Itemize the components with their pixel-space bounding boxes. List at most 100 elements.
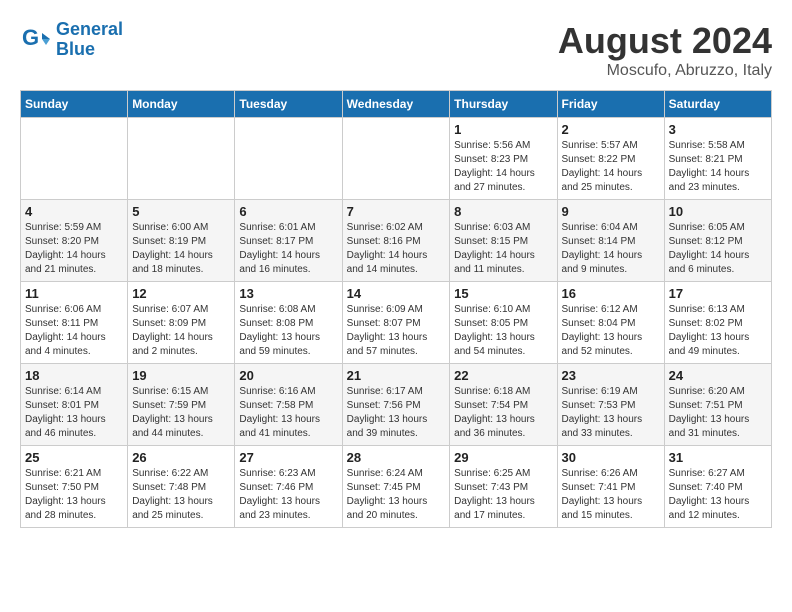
day-info: Sunrise: 6:15 AM Sunset: 7:59 PM Dayligh…: [132, 385, 230, 441]
calendar-week-row: 11 Sunrise: 6:06 AM Sunset: 8:11 PM Dayli…: [21, 282, 772, 364]
weekday-header: Saturday: [664, 91, 771, 118]
calendar-cell: 10 Sunrise: 6:05 AM Sunset: 8:12 PM Dayli…: [664, 200, 771, 282]
day-number: 5: [132, 204, 230, 219]
day-info: Sunrise: 6:17 AM Sunset: 7:56 PM Dayligh…: [347, 385, 446, 441]
weekday-header: Monday: [128, 91, 235, 118]
day-number: 3: [669, 122, 767, 137]
calendar-cell: 1Sunrise: 5:56 AM Sunset: 8:23 PM Daylig…: [450, 118, 557, 200]
calendar-cell: 18 Sunrise: 6:14 AM Sunset: 8:01 PM Dayli…: [21, 364, 128, 446]
weekday-header: Tuesday: [235, 91, 342, 118]
calendar-cell: [128, 118, 235, 200]
calendar-cell: 21 Sunrise: 6:17 AM Sunset: 7:56 PM Dayli…: [342, 364, 450, 446]
day-number: 20: [239, 368, 337, 383]
day-info: Sunrise: 5:59 AM Sunset: 8:20 PM Dayligh…: [25, 221, 123, 277]
day-number: 31: [669, 450, 767, 465]
calendar-cell: 17Sunrise: 6:13 AM Sunset: 8:02 PM Dayli…: [664, 282, 771, 364]
calendar-cell: 9Sunrise: 6:04 AM Sunset: 8:14 PM Daylig…: [557, 200, 664, 282]
day-number: 21: [347, 368, 446, 383]
day-number: 18: [25, 368, 123, 383]
day-number: 23: [562, 368, 660, 383]
day-info: Sunrise: 6:16 AM Sunset: 7:58 PM Dayligh…: [239, 385, 337, 441]
day-info: Sunrise: 6:14 AM Sunset: 8:01 PM Dayligh…: [25, 385, 123, 441]
calendar-week-row: 18 Sunrise: 6:14 AM Sunset: 8:01 PM Dayli…: [21, 364, 772, 446]
calendar-cell: 15Sunrise: 6:10 AM Sunset: 8:05 PM Dayli…: [450, 282, 557, 364]
calendar-table: SundayMondayTuesdayWednesdayThursdayFrid…: [20, 90, 772, 528]
calendar-cell: 8Sunrise: 6:03 AM Sunset: 8:15 PM Daylig…: [450, 200, 557, 282]
day-info: Sunrise: 5:57 AM Sunset: 8:22 PM Dayligh…: [562, 139, 660, 195]
logo-text: General Blue: [56, 20, 123, 60]
day-number: 10: [669, 204, 767, 219]
day-number: 4: [25, 204, 123, 219]
calendar-cell: [21, 118, 128, 200]
day-info: Sunrise: 6:10 AM Sunset: 8:05 PM Dayligh…: [454, 303, 552, 359]
calendar-cell: 4 Sunrise: 5:59 AM Sunset: 8:20 PM Daylig…: [21, 200, 128, 282]
day-number: 28: [347, 450, 446, 465]
calendar-cell: [342, 118, 450, 200]
calendar-cell: 31 Sunrise: 6:27 AM Sunset: 7:40 PM Dayli…: [664, 446, 771, 528]
logo: G General Blue: [20, 20, 123, 60]
day-info: Sunrise: 6:05 AM Sunset: 8:12 PM Dayligh…: [669, 221, 767, 277]
calendar-cell: 2 Sunrise: 5:57 AM Sunset: 8:22 PM Daylig…: [557, 118, 664, 200]
location: Moscufo, Abruzzo, Italy: [558, 62, 772, 80]
calendar-cell: 5 Sunrise: 6:00 AM Sunset: 8:19 PM Daylig…: [128, 200, 235, 282]
svg-text:G: G: [22, 25, 39, 50]
day-info: Sunrise: 6:24 AM Sunset: 7:45 PM Dayligh…: [347, 467, 446, 523]
day-number: 2: [562, 122, 660, 137]
day-info: Sunrise: 6:08 AM Sunset: 8:08 PM Dayligh…: [239, 303, 337, 359]
day-number: 7: [347, 204, 446, 219]
day-info: Sunrise: 6:27 AM Sunset: 7:40 PM Dayligh…: [669, 467, 767, 523]
day-info: Sunrise: 6:02 AM Sunset: 8:16 PM Dayligh…: [347, 221, 446, 277]
calendar-cell: 3 Sunrise: 5:58 AM Sunset: 8:21 PM Daylig…: [664, 118, 771, 200]
page-header: G General Blue August 2024 Moscufo, Abru…: [20, 20, 772, 80]
day-number: 14: [347, 286, 446, 301]
logo-icon: G: [20, 25, 50, 55]
calendar-cell: 29Sunrise: 6:25 AM Sunset: 7:43 PM Dayli…: [450, 446, 557, 528]
weekday-header: Friday: [557, 91, 664, 118]
day-number: 13: [239, 286, 337, 301]
day-info: Sunrise: 6:00 AM Sunset: 8:19 PM Dayligh…: [132, 221, 230, 277]
logo-line1: General: [56, 19, 123, 39]
day-info: Sunrise: 6:21 AM Sunset: 7:50 PM Dayligh…: [25, 467, 123, 523]
day-number: 11: [25, 286, 123, 301]
calendar-cell: 13 Sunrise: 6:08 AM Sunset: 8:08 PM Dayli…: [235, 282, 342, 364]
calendar-cell: 19 Sunrise: 6:15 AM Sunset: 7:59 PM Dayli…: [128, 364, 235, 446]
day-info: Sunrise: 6:22 AM Sunset: 7:48 PM Dayligh…: [132, 467, 230, 523]
calendar-cell: 11 Sunrise: 6:06 AM Sunset: 8:11 PM Dayli…: [21, 282, 128, 364]
day-info: Sunrise: 6:12 AM Sunset: 8:04 PM Dayligh…: [562, 303, 660, 359]
calendar-cell: 28 Sunrise: 6:24 AM Sunset: 7:45 PM Dayli…: [342, 446, 450, 528]
logo-line2: Blue: [56, 39, 95, 59]
day-number: 6: [239, 204, 337, 219]
calendar-cell: 27 Sunrise: 6:23 AM Sunset: 7:46 PM Dayli…: [235, 446, 342, 528]
calendar-week-row: 1Sunrise: 5:56 AM Sunset: 8:23 PM Daylig…: [21, 118, 772, 200]
weekday-header-row: SundayMondayTuesdayWednesdayThursdayFrid…: [21, 91, 772, 118]
day-info: Sunrise: 6:01 AM Sunset: 8:17 PM Dayligh…: [239, 221, 337, 277]
day-info: Sunrise: 5:58 AM Sunset: 8:21 PM Dayligh…: [669, 139, 767, 195]
day-info: Sunrise: 6:20 AM Sunset: 7:51 PM Dayligh…: [669, 385, 767, 441]
day-number: 27: [239, 450, 337, 465]
title-block: August 2024 Moscufo, Abruzzo, Italy: [558, 20, 772, 80]
day-number: 25: [25, 450, 123, 465]
day-number: 26: [132, 450, 230, 465]
day-info: Sunrise: 6:26 AM Sunset: 7:41 PM Dayligh…: [562, 467, 660, 523]
day-number: 24: [669, 368, 767, 383]
day-info: Sunrise: 5:56 AM Sunset: 8:23 PM Dayligh…: [454, 139, 552, 195]
weekday-header: Wednesday: [342, 91, 450, 118]
calendar-cell: 16Sunrise: 6:12 AM Sunset: 8:04 PM Dayli…: [557, 282, 664, 364]
day-info: Sunrise: 6:06 AM Sunset: 8:11 PM Dayligh…: [25, 303, 123, 359]
calendar-cell: 12Sunrise: 6:07 AM Sunset: 8:09 PM Dayli…: [128, 282, 235, 364]
calendar-cell: 23Sunrise: 6:19 AM Sunset: 7:53 PM Dayli…: [557, 364, 664, 446]
calendar-cell: 14Sunrise: 6:09 AM Sunset: 8:07 PM Dayli…: [342, 282, 450, 364]
month-title: August 2024: [558, 20, 772, 62]
calendar-cell: 22 Sunrise: 6:18 AM Sunset: 7:54 PM Dayli…: [450, 364, 557, 446]
day-info: Sunrise: 6:13 AM Sunset: 8:02 PM Dayligh…: [669, 303, 767, 359]
day-number: 22: [454, 368, 552, 383]
day-number: 19: [132, 368, 230, 383]
day-info: Sunrise: 6:23 AM Sunset: 7:46 PM Dayligh…: [239, 467, 337, 523]
weekday-header: Thursday: [450, 91, 557, 118]
calendar-cell: 6 Sunrise: 6:01 AM Sunset: 8:17 PM Daylig…: [235, 200, 342, 282]
day-info: Sunrise: 6:18 AM Sunset: 7:54 PM Dayligh…: [454, 385, 552, 441]
calendar-cell: 26 Sunrise: 6:22 AM Sunset: 7:48 PM Dayli…: [128, 446, 235, 528]
day-number: 12: [132, 286, 230, 301]
calendar-week-row: 4 Sunrise: 5:59 AM Sunset: 8:20 PM Daylig…: [21, 200, 772, 282]
calendar-cell: 20 Sunrise: 6:16 AM Sunset: 7:58 PM Dayli…: [235, 364, 342, 446]
